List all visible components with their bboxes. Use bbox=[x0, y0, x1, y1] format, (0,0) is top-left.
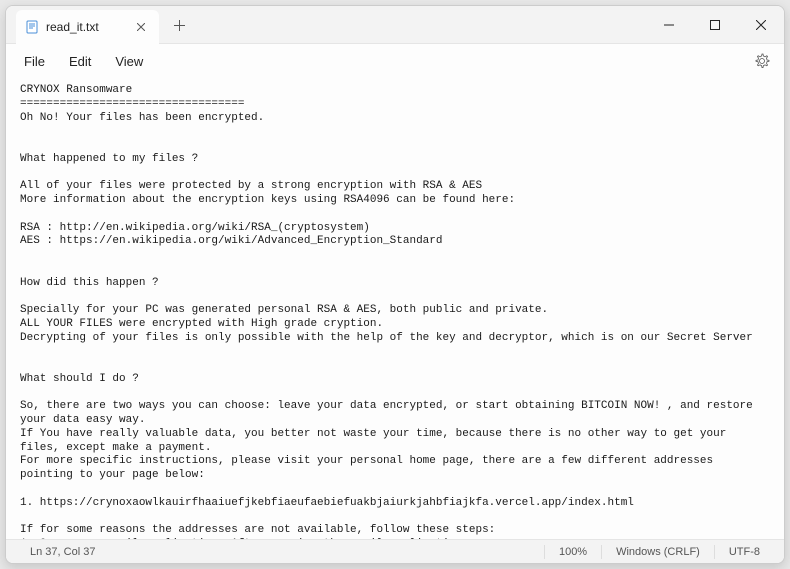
text-editor-area[interactable]: CRYNOX Ransomware ======================… bbox=[6, 78, 784, 539]
line-ending[interactable]: Windows (CRLF) bbox=[602, 546, 714, 558]
settings-button[interactable] bbox=[748, 47, 776, 75]
file-tab[interactable]: read_it.txt bbox=[16, 10, 159, 44]
encoding[interactable]: UTF-8 bbox=[715, 546, 774, 558]
window-controls bbox=[646, 6, 784, 43]
close-tab-button[interactable] bbox=[133, 19, 149, 35]
close-window-button[interactable] bbox=[738, 6, 784, 44]
tab-title: read_it.txt bbox=[46, 20, 99, 34]
menu-bar: File Edit View bbox=[6, 44, 784, 78]
minimize-button[interactable] bbox=[646, 6, 692, 44]
notepad-icon bbox=[24, 19, 40, 35]
view-menu[interactable]: View bbox=[105, 50, 153, 73]
title-bar[interactable]: read_it.txt bbox=[6, 6, 784, 44]
maximize-button[interactable] bbox=[692, 6, 738, 44]
notepad-window: read_it.txt File Edit View bbox=[5, 5, 785, 564]
edit-menu[interactable]: Edit bbox=[59, 50, 101, 73]
zoom-level[interactable]: 100% bbox=[545, 546, 601, 558]
file-menu[interactable]: File bbox=[14, 50, 55, 73]
gear-icon bbox=[754, 53, 770, 69]
titlebar-drag-area[interactable] bbox=[195, 6, 646, 43]
status-bar: Ln 37, Col 37 100% Windows (CRLF) UTF-8 bbox=[6, 539, 784, 563]
new-tab-button[interactable] bbox=[165, 10, 195, 40]
cursor-position[interactable]: Ln 37, Col 37 bbox=[16, 546, 109, 558]
